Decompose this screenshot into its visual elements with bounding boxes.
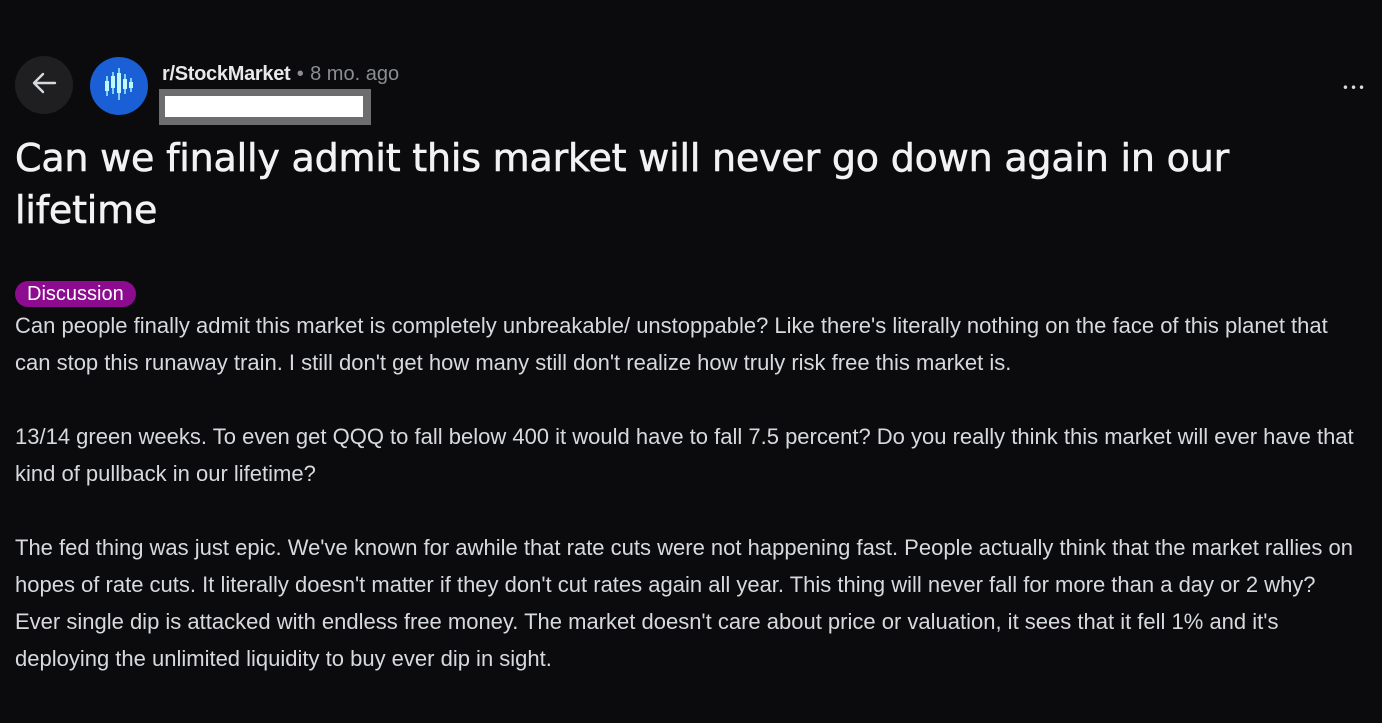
subreddit-avatar[interactable] (90, 57, 148, 115)
post-meta: r/StockMarket • 8 mo. ago (162, 60, 399, 87)
back-button[interactable] (15, 56, 73, 114)
flair-badge[interactable]: Discussion (15, 281, 136, 307)
more-options-button[interactable]: ••• (1336, 74, 1372, 102)
meta-separator: • (296, 63, 304, 85)
post-age: 8 mo. ago (310, 63, 400, 85)
post-body: Can people finally admit this market is … (15, 307, 1360, 677)
body-paragraph: Can people finally admit this market is … (15, 313, 1328, 375)
redaction-bar (165, 96, 363, 117)
redacted-username (159, 89, 371, 125)
post-title[interactable]: Can we finally admit this market will ne… (15, 132, 1360, 236)
body-paragraph: The fed thing was just epic. We've known… (15, 535, 1353, 671)
post-header: r/StockMarket • 8 mo. ago ••• (15, 56, 1365, 126)
subreddit-link[interactable]: r/StockMarket (162, 63, 291, 85)
candlestick-chart-icon (99, 64, 139, 108)
arrow-left-icon (29, 68, 59, 102)
post-container: r/StockMarket • 8 mo. ago ••• Can we fin… (15, 56, 1365, 714)
body-paragraph: 13/14 green weeks. To even get QQQ to fa… (15, 424, 1354, 486)
ellipsis-icon: ••• (1341, 81, 1367, 95)
